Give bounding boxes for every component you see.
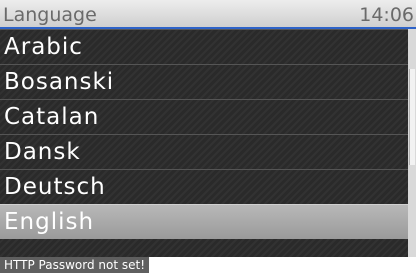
list-item-label: Dansk bbox=[4, 139, 81, 165]
list-item-label: Catalan bbox=[4, 104, 100, 130]
scrollbar-thumb[interactable] bbox=[409, 69, 415, 165]
list-item-label: Deutsch bbox=[4, 174, 106, 200]
list-item-catalan[interactable]: Catalan bbox=[0, 99, 408, 134]
list-item-dansk[interactable]: Dansk bbox=[0, 134, 408, 169]
page-title: Language bbox=[3, 4, 97, 26]
language-list: Arabic Bosanski Catalan Dansk Deutsch En… bbox=[0, 29, 408, 257]
phone-screen: Language 14:06 Arabic Bosanski Catalan D… bbox=[0, 0, 416, 273]
list-item-english-selected[interactable]: English bbox=[0, 204, 408, 239]
list-item-label: Bosanski bbox=[4, 69, 115, 95]
list-item-label: Arabic bbox=[4, 34, 83, 60]
list-item-deutsch[interactable]: Deutsch bbox=[0, 169, 408, 204]
list-item-bosanski[interactable]: Bosanski bbox=[0, 64, 408, 99]
status-message: HTTP Password not set! bbox=[0, 257, 150, 273]
title-bar: Language 14:06 bbox=[0, 0, 416, 29]
scrollbar-track[interactable] bbox=[408, 29, 416, 257]
list-item-label: English bbox=[4, 209, 95, 235]
status-bar: HTTP Password not set! bbox=[0, 257, 416, 273]
list-item-arabic[interactable]: Arabic bbox=[0, 29, 408, 64]
clock: 14:06 bbox=[359, 4, 414, 26]
